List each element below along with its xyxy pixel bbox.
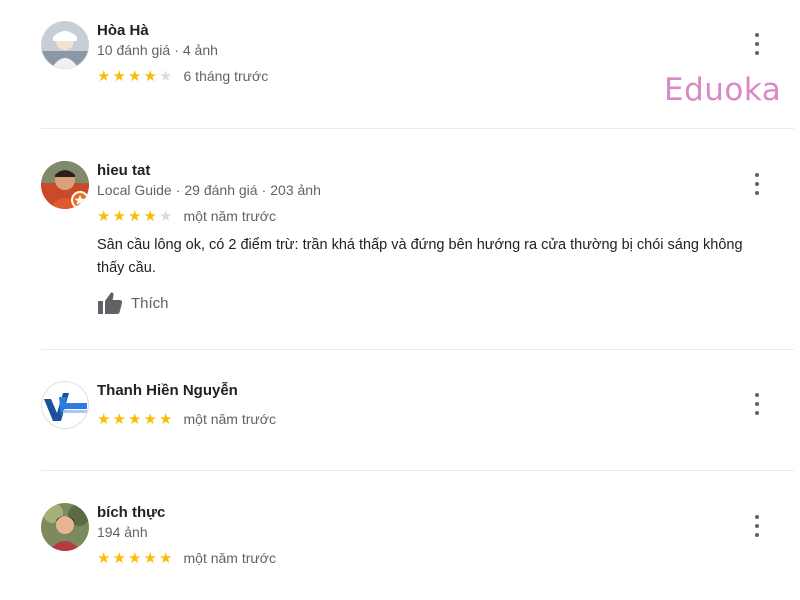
reviewer-meta: 10 đánh giá · 4 ảnh	[97, 42, 218, 58]
review-time: một năm trước	[183, 550, 276, 566]
like-button[interactable]: Thích	[97, 291, 169, 315]
star-filled-icon: ★	[112, 549, 126, 567]
separator-dot: ·	[174, 42, 179, 58]
review-count: 29 đánh giá	[184, 182, 258, 198]
reviewer-name[interactable]: bích thực	[97, 504, 165, 521]
star-filled-icon: ★	[128, 207, 142, 225]
star-filled-icon: ★	[97, 207, 111, 225]
star-rating: ★ ★ ★ ★ ★	[97, 69, 175, 84]
reviewer-name[interactable]: hieu tat	[97, 162, 150, 179]
star-filled-icon: ★	[143, 410, 157, 428]
review-time: 6 tháng trước	[183, 68, 269, 84]
avatar[interactable]	[41, 161, 89, 209]
like-label: Thích	[131, 294, 169, 312]
more-options-icon[interactable]	[750, 515, 764, 537]
review-text: Sân cầu lông ok, có 2 điểm trừ: trần khá…	[97, 237, 743, 276]
more-options-icon[interactable]	[750, 33, 764, 55]
star-filled-icon: ★	[97, 67, 111, 85]
star-filled-icon: ★	[128, 410, 142, 428]
photo-count: 203 ảnh	[270, 182, 321, 198]
star-rating: ★ ★ ★ ★ ★	[97, 209, 175, 224]
reviewer-name[interactable]: Thanh Hiền Nguyễn	[97, 382, 238, 399]
star-filled-icon: ★	[112, 207, 126, 225]
avatar[interactable]	[41, 21, 89, 69]
divider	[41, 470, 794, 471]
more-options-icon[interactable]	[750, 173, 764, 195]
rating-row: ★ ★ ★ ★ ★ một năm trước	[97, 411, 276, 427]
star-rating: ★ ★ ★ ★ ★	[97, 412, 175, 427]
divider	[41, 349, 794, 350]
review-time: một năm trước	[183, 208, 276, 224]
star-filled-icon: ★	[112, 67, 126, 85]
thumbs-up-icon	[98, 292, 123, 314]
more-options-icon[interactable]	[750, 393, 764, 415]
reviewer-meta: 194 ảnh	[97, 524, 148, 540]
review-count: 10 đánh giá	[97, 42, 171, 58]
avatar[interactable]	[41, 381, 89, 429]
star-filled-icon: ★	[143, 67, 157, 85]
star-filled-icon: ★	[143, 549, 157, 567]
star-filled-icon: ★	[159, 410, 173, 428]
star-filled-icon: ★	[112, 410, 126, 428]
photo-count: 4 ảnh	[182, 42, 218, 58]
star-filled-icon: ★	[143, 207, 157, 225]
local-guide-badge: Local Guide	[97, 182, 172, 198]
rating-row: ★ ★ ★ ★ ★ 6 tháng trước	[97, 68, 268, 84]
star-rating: ★ ★ ★ ★ ★	[97, 551, 175, 566]
review-time: một năm trước	[183, 411, 276, 427]
reviewer-name[interactable]: Hòa Hà	[97, 22, 149, 39]
star-filled-icon: ★	[97, 549, 111, 567]
photo-count: 194 ảnh	[97, 524, 148, 540]
avatar[interactable]	[41, 503, 89, 551]
rating-row: ★ ★ ★ ★ ★ một năm trước	[97, 208, 276, 224]
separator-dot: ·	[261, 182, 267, 198]
reviewer-meta: Local Guide · 29 đánh giá · 203 ảnh	[97, 182, 321, 198]
rating-row: ★ ★ ★ ★ ★ một năm trước	[97, 550, 276, 566]
star-filled-icon: ★	[159, 549, 173, 567]
star-empty-icon: ★	[159, 67, 173, 85]
eduoka-watermark: Eduoka	[664, 72, 782, 108]
star-empty-icon: ★	[159, 207, 173, 225]
star-filled-icon: ★	[128, 67, 142, 85]
star-filled-icon: ★	[97, 410, 111, 428]
divider	[41, 128, 794, 129]
star-filled-icon: ★	[128, 549, 142, 567]
separator-dot: ·	[175, 182, 181, 198]
